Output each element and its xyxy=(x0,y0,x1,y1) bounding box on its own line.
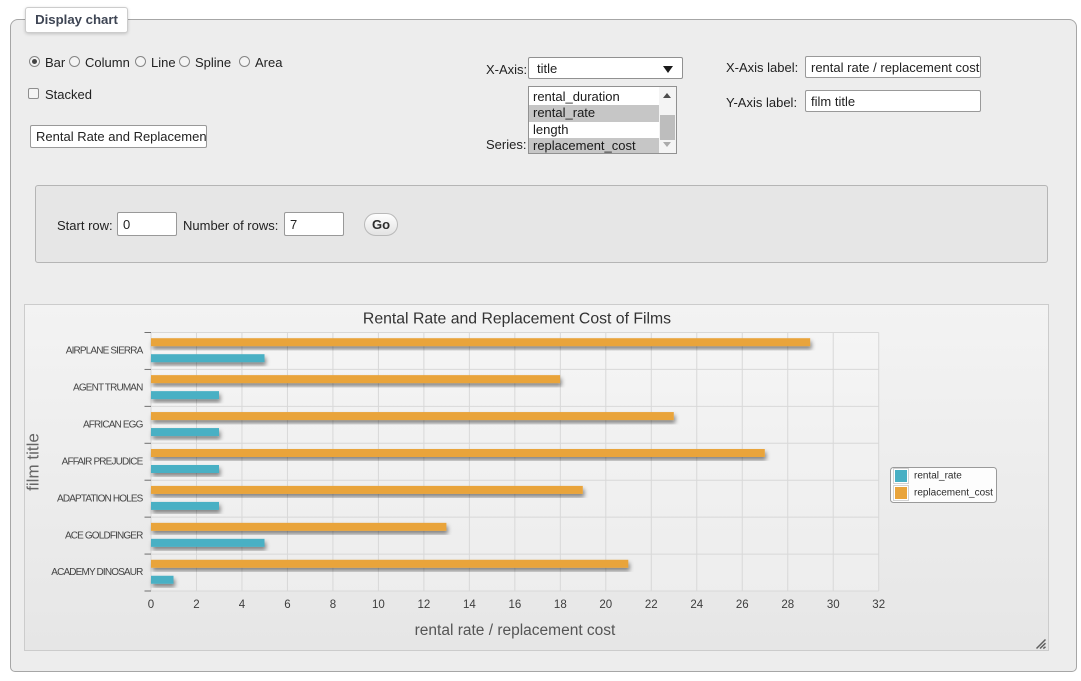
svg-text:AIRPLANE SIERRA: AIRPLANE SIERRA xyxy=(66,346,144,357)
svg-text:Rental Rate and Replacement Co: Rental Rate and Replacement Cost of Film… xyxy=(363,311,671,328)
svg-text:replacement_cost: replacement_cost xyxy=(914,488,993,499)
svg-text:ADAPTATION HOLES: ADAPTATION HOLES xyxy=(57,493,144,504)
svg-text:32: 32 xyxy=(872,599,885,611)
svg-text:4: 4 xyxy=(239,599,246,611)
svg-text:30: 30 xyxy=(827,599,840,611)
svg-text:28: 28 xyxy=(781,599,794,611)
svg-text:film title: film title xyxy=(24,433,43,491)
svg-text:AFFAIR PREJUDICE: AFFAIR PREJUDICE xyxy=(62,456,144,467)
svg-text:10: 10 xyxy=(372,599,385,611)
svg-text:AGENT TRUMAN: AGENT TRUMAN xyxy=(73,383,143,394)
svg-text:2: 2 xyxy=(193,599,199,611)
svg-text:0: 0 xyxy=(148,599,154,611)
svg-text:26: 26 xyxy=(736,599,749,611)
svg-text:rental_rate: rental_rate xyxy=(914,471,962,482)
svg-text:6: 6 xyxy=(284,599,290,611)
svg-text:ACADEMY DINOSAUR: ACADEMY DINOSAUR xyxy=(51,567,143,578)
svg-text:8: 8 xyxy=(330,599,336,611)
svg-text:20: 20 xyxy=(599,599,612,611)
svg-text:18: 18 xyxy=(554,599,567,611)
svg-text:14: 14 xyxy=(463,599,476,611)
svg-text:24: 24 xyxy=(690,599,703,611)
svg-text:22: 22 xyxy=(645,599,658,611)
svg-text:16: 16 xyxy=(508,599,521,611)
svg-text:12: 12 xyxy=(417,599,430,611)
svg-text:rental rate / replacement cost: rental rate / replacement cost xyxy=(415,622,616,639)
svg-text:ACE GOLDFINGER: ACE GOLDFINGER xyxy=(65,530,143,541)
svg-text:AFRICAN EGG: AFRICAN EGG xyxy=(83,419,144,430)
